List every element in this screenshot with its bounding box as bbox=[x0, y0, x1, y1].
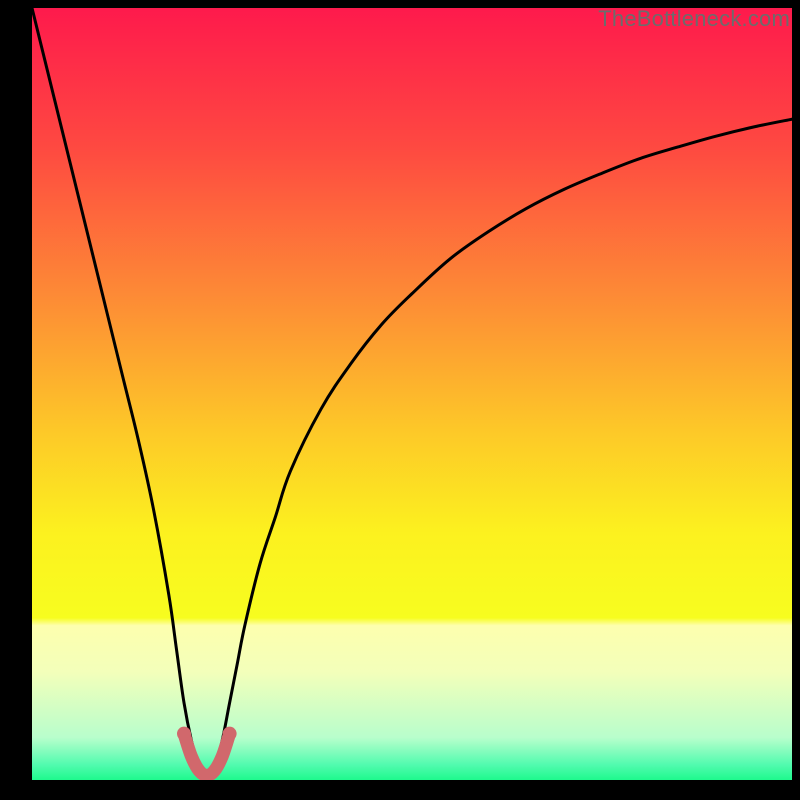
optimum-marker-cap bbox=[223, 727, 237, 741]
chart-svg bbox=[32, 8, 792, 780]
chart-plot-area bbox=[32, 8, 792, 780]
watermark-text: TheBottleneck.com bbox=[598, 6, 790, 32]
chart-background bbox=[32, 8, 792, 780]
chart-frame: TheBottleneck.com bbox=[0, 0, 800, 800]
optimum-marker-cap bbox=[177, 727, 191, 741]
